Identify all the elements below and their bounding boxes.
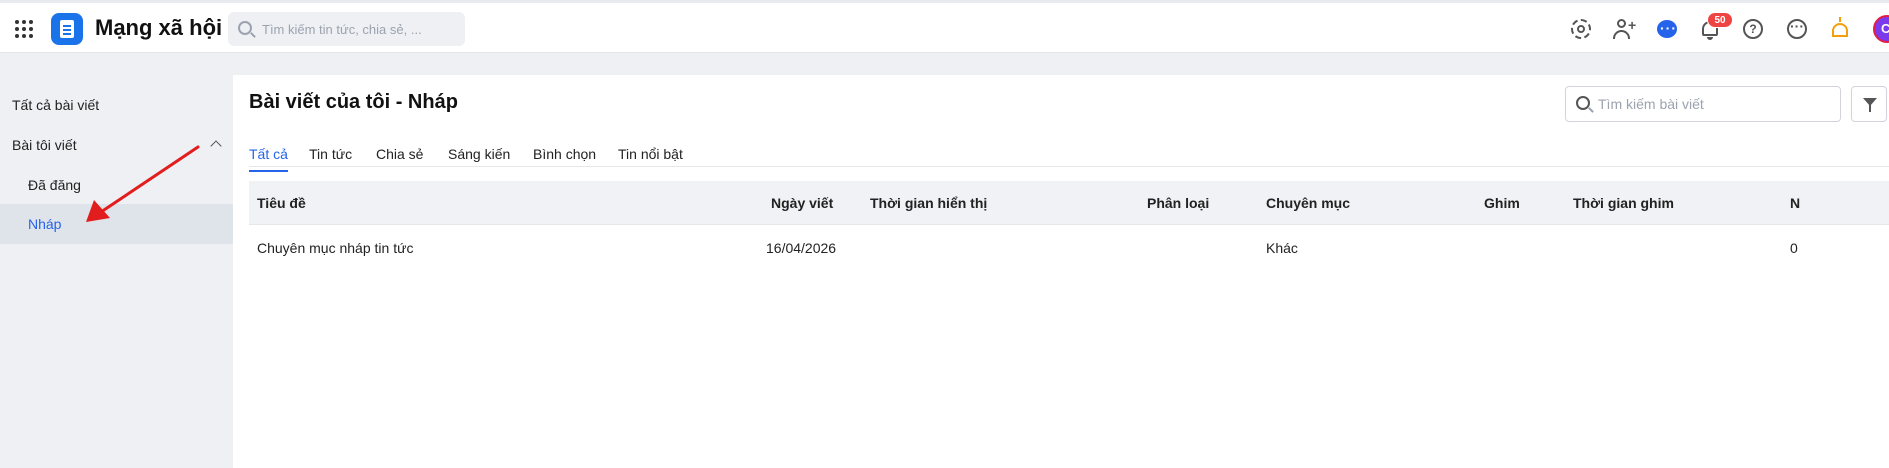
cell-n: 0 — [1790, 240, 1798, 256]
global-search[interactable] — [228, 12, 465, 46]
tab-poll[interactable]: Bình chọn — [533, 146, 596, 172]
tab-initiative[interactable]: Sáng kiến — [448, 146, 510, 172]
sidebar-item-label: Bài tôi viết — [12, 137, 77, 153]
gear-icon[interactable] — [1569, 17, 1593, 41]
column-header-n[interactable]: N — [1790, 181, 1800, 225]
cell-title[interactable]: Chuyên mục nháp tin tức — [257, 225, 413, 271]
table-header: Tiêu đề Ngày viết Thời gian hiển thị Phâ… — [249, 181, 1889, 225]
column-header-display-time[interactable]: Thời gian hiển thị — [870, 181, 987, 225]
tab-all[interactable]: Tất cả — [249, 146, 288, 172]
annotation-arrow — [86, 145, 200, 222]
tab-share[interactable]: Chia sẻ — [376, 146, 423, 172]
cell-category: Khác — [1266, 240, 1298, 256]
sidebar-item-all-posts[interactable]: Tất cả bài viết — [0, 85, 233, 125]
help-icon[interactable]: ? — [1741, 17, 1765, 41]
header-band — [0, 53, 1889, 75]
app-logo-icon[interactable] — [51, 13, 83, 45]
sidebar: Tất cả bài viết Bài tôi viết Đã đăng Nhá… — [0, 75, 233, 468]
column-header-title[interactable]: Tiêu đề — [257, 181, 306, 225]
column-header-category[interactable]: Chuyên mục — [1266, 181, 1350, 225]
page-title: Bài viết của tôi - Nháp — [249, 91, 458, 113]
column-header-type[interactable]: Phân loại — [1147, 181, 1209, 225]
tab-highlights[interactable]: Tin nổi bật — [618, 146, 683, 172]
top-bar: Mạng xã hội + 50 ? ··· C — [0, 0, 1889, 53]
search-icon — [1576, 96, 1590, 110]
post-search[interactable] — [1565, 86, 1841, 122]
sun-icon[interactable] — [1828, 17, 1852, 41]
column-header-date[interactable]: Ngày viết — [771, 181, 833, 225]
column-header-pin-time[interactable]: Thời gian ghim — [1573, 181, 1674, 225]
post-search-input[interactable] — [1598, 87, 1834, 121]
global-search-input[interactable] — [262, 12, 457, 46]
column-header-pin[interactable]: Ghim — [1484, 181, 1520, 225]
filter-button[interactable] — [1851, 86, 1887, 122]
add-user-icon[interactable]: + — [1612, 17, 1636, 41]
notification-badge: 50 — [1707, 12, 1733, 28]
chevron-up-icon[interactable] — [210, 140, 222, 152]
tab-news[interactable]: Tin tức — [309, 146, 352, 172]
more-icon[interactable]: ··· — [1785, 17, 1809, 41]
filter-icon — [1863, 98, 1877, 112]
apps-grid-icon[interactable] — [15, 20, 33, 38]
app-title[interactable]: Mạng xã hội — [95, 15, 222, 41]
avatar[interactable]: C — [1873, 15, 1889, 43]
tabs-divider — [249, 166, 1889, 167]
main-content: Bài viết của tôi - Nháp Tất cả Tin tức C… — [233, 75, 1889, 468]
table-row[interactable]: Chuyên mục nháp tin tức 16/04/2026 Khác … — [249, 225, 1889, 271]
chat-icon[interactable] — [1655, 17, 1679, 41]
search-icon — [238, 21, 252, 35]
cell-date: 16/04/2026 — [766, 240, 837, 256]
